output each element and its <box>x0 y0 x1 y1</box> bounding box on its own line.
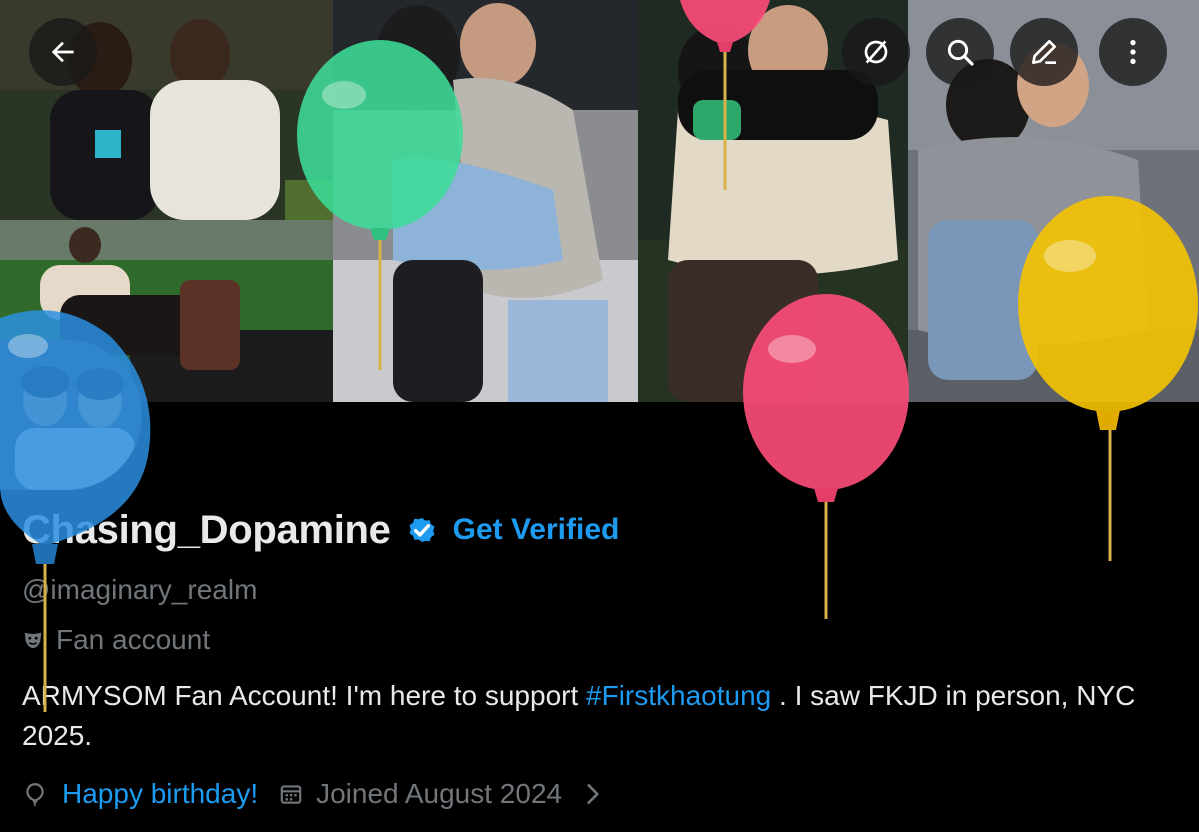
meta-row: Happy birthday! Joined August 2024 <box>22 778 606 810</box>
profile-banner[interactable] <box>0 0 1199 402</box>
edit-icon <box>1032 40 1056 64</box>
get-verified-link[interactable]: Get Verified <box>453 513 620 547</box>
birthday-link[interactable]: Happy birthday! <box>62 778 258 810</box>
search-icon <box>947 39 974 66</box>
circle-slash-icon <box>864 40 888 64</box>
verified-badge-icon <box>409 517 435 543</box>
hashtag-link[interactable]: #Firstkhaotung <box>586 680 771 711</box>
joined-date: Joined August 2024 <box>316 778 563 809</box>
bio: ARMYSOM Fan Account! I'm here to support… <box>22 676 1162 756</box>
more-vertical-icon <box>1130 40 1136 64</box>
edit-button[interactable] <box>1010 18 1078 86</box>
arrow-left-icon <box>51 41 74 63</box>
back-button[interactable] <box>29 18 97 86</box>
more-button[interactable] <box>1099 18 1167 86</box>
category-label: Fan account <box>56 624 211 655</box>
banner-photo-3 <box>333 0 638 402</box>
category-row: Fan account <box>22 624 210 656</box>
masks-icon <box>24 632 42 649</box>
handle: @imaginary_realm <box>22 574 258 605</box>
bio-text-before: ARMYSOM Fan Account! I'm here to support <box>22 680 587 711</box>
avatar[interactable] <box>0 340 142 490</box>
display-name: Chasing_Dopamine <box>22 507 391 552</box>
search-button[interactable] <box>926 18 994 86</box>
timeline-toggle-button[interactable] <box>842 18 910 86</box>
calendar-icon <box>280 785 302 804</box>
chevron-right-icon[interactable] <box>580 781 606 807</box>
name-row: Chasing_Dopamine Get Verified <box>22 500 619 560</box>
balloon-icon <box>26 783 44 807</box>
